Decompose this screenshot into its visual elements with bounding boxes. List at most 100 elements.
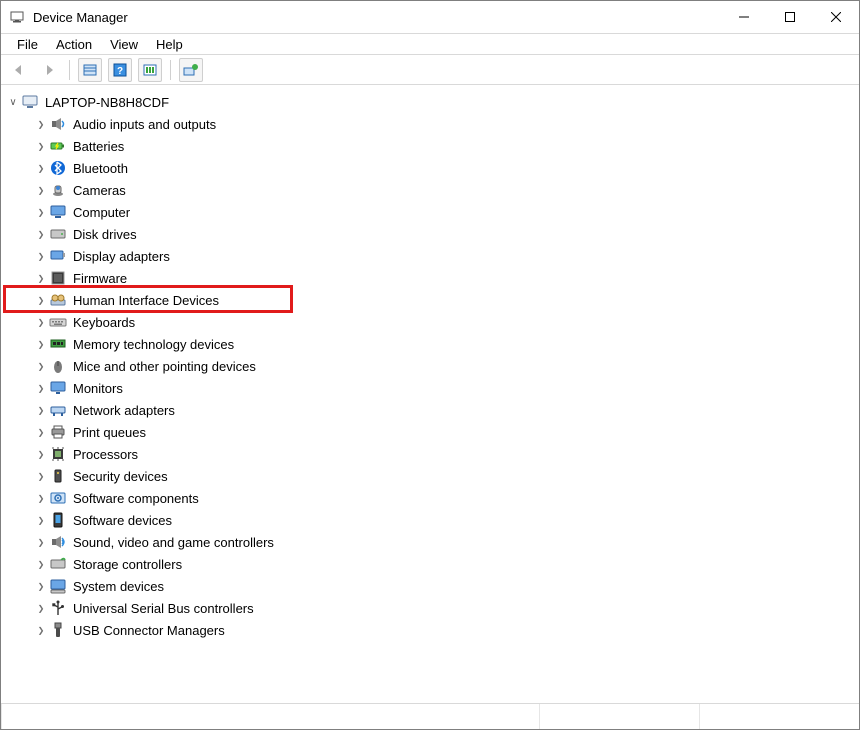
device-tree-container[interactable]: ∨ LAPTOP-NB8H8CDF ❯ Audio inputs and outp…: [1, 85, 859, 703]
tree-item-label: Storage controllers: [73, 557, 182, 572]
expand-caret-icon[interactable]: ❯: [35, 120, 47, 129]
tree-item-label: Audio inputs and outputs: [73, 117, 216, 132]
tree-item[interactable]: ❯ System devices: [7, 575, 857, 597]
storage-controller-icon: [49, 555, 67, 573]
tree-item[interactable]: ❯Computer: [7, 201, 857, 223]
tree-root[interactable]: ∨ LAPTOP-NB8H8CDF: [7, 91, 857, 113]
expand-caret-icon[interactable]: ❯: [35, 208, 47, 217]
properties-button[interactable]: [78, 58, 102, 82]
tree-root-label: LAPTOP-NB8H8CDF: [45, 95, 169, 110]
status-cell: [1, 704, 539, 729]
computer-icon: [49, 203, 67, 221]
tree-item-label: Disk drives: [73, 227, 137, 242]
expand-caret-icon[interactable]: ❯: [35, 186, 47, 195]
firmware-icon: [49, 269, 67, 287]
tree-item-label: Bluetooth: [73, 161, 128, 176]
expand-caret-icon[interactable]: ❯: [35, 516, 47, 525]
tree-item-label: Firmware: [73, 271, 127, 286]
expand-caret-icon[interactable]: ❯: [35, 626, 47, 635]
menu-file[interactable]: File: [9, 35, 46, 54]
tree-item[interactable]: ❯ Firmware: [7, 267, 857, 289]
expand-caret-icon[interactable]: ❯: [35, 296, 47, 305]
expand-caret-icon[interactable]: ❯: [35, 472, 47, 481]
expand-caret-icon[interactable]: ❯: [35, 604, 47, 613]
processor-icon: [49, 445, 67, 463]
tree-item[interactable]: ❯Mice and other pointing devices: [7, 355, 857, 377]
disk-icon: [49, 225, 67, 243]
expand-caret-icon[interactable]: ❯: [35, 450, 47, 459]
scan-hardware-button[interactable]: [138, 58, 162, 82]
tree-item[interactable]: ❯Memory technology devices: [7, 333, 857, 355]
back-button[interactable]: [7, 58, 31, 82]
collapse-caret-icon[interactable]: ∨: [7, 97, 19, 108]
tree-item[interactable]: ❯Display adapters: [7, 245, 857, 267]
close-button[interactable]: [813, 1, 859, 33]
expand-caret-icon[interactable]: ❯: [35, 494, 47, 503]
tree-item[interactable]: ❯Software devices: [7, 509, 857, 531]
toolbar: ?: [1, 55, 859, 85]
titlebar: Device Manager: [1, 1, 859, 33]
tree-item[interactable]: ❯Sound, video and game controllers: [7, 531, 857, 553]
tree-item[interactable]: ❯ Batteries: [7, 135, 857, 157]
tree-item[interactable]: ❯ Storage controllers: [7, 553, 857, 575]
maximize-button[interactable]: [767, 1, 813, 33]
tree-item[interactable]: ❯Security devices: [7, 465, 857, 487]
expand-caret-icon[interactable]: ❯: [35, 230, 47, 239]
expand-caret-icon[interactable]: ❯: [35, 274, 47, 283]
show-hidden-button[interactable]: [179, 58, 203, 82]
display-adapter-icon: [49, 247, 67, 265]
device-tree: ∨ LAPTOP-NB8H8CDF ❯ Audio inputs and outp…: [3, 91, 857, 641]
status-cell: [539, 704, 699, 729]
tree-item[interactable]: ❯Processors: [7, 443, 857, 465]
software-component-icon: [49, 489, 67, 507]
expand-caret-icon[interactable]: ❯: [35, 142, 47, 151]
expand-caret-icon[interactable]: ❯: [35, 582, 47, 591]
tree-item-label: Network adapters: [73, 403, 175, 418]
expand-caret-icon[interactable]: ❯: [35, 164, 47, 173]
printer-icon: [49, 423, 67, 441]
tree-item[interactable]: ❯ Human Interface Devices: [7, 289, 857, 311]
tree-item[interactable]: ❯ USB Connector Managers: [7, 619, 857, 641]
tree-item-label: System devices: [73, 579, 164, 594]
mouse-icon: [49, 357, 67, 375]
expand-caret-icon[interactable]: ❯: [35, 384, 47, 393]
menubar: File Action View Help: [1, 33, 859, 55]
usb-connector-icon: [49, 621, 67, 639]
tree-item[interactable]: ❯ Bluetooth: [7, 157, 857, 179]
minimize-button[interactable]: [721, 1, 767, 33]
menu-action[interactable]: Action: [48, 35, 100, 54]
tree-item[interactable]: ❯ Audio inputs and outputs: [7, 113, 857, 135]
expand-caret-icon[interactable]: ❯: [35, 560, 47, 569]
speaker-icon: [49, 115, 67, 133]
memory-icon: [49, 335, 67, 353]
window-title: Device Manager: [33, 10, 128, 25]
usb-controller-icon: [49, 599, 67, 617]
computer-icon: [21, 93, 39, 111]
expand-caret-icon[interactable]: ❯: [35, 538, 47, 547]
tree-item-label: USB Connector Managers: [73, 623, 225, 638]
expand-caret-icon[interactable]: ❯: [35, 340, 47, 349]
tree-item[interactable]: ❯ Network adapters: [7, 399, 857, 421]
tree-item[interactable]: ❯Print queues: [7, 421, 857, 443]
expand-caret-icon[interactable]: ❯: [35, 362, 47, 371]
expand-caret-icon[interactable]: ❯: [35, 428, 47, 437]
help-button[interactable]: ?: [108, 58, 132, 82]
tree-item[interactable]: ❯Cameras: [7, 179, 857, 201]
hid-icon: [49, 291, 67, 309]
tree-item[interactable]: ❯ Universal Serial Bus controllers: [7, 597, 857, 619]
tree-item-label: Universal Serial Bus controllers: [73, 601, 254, 616]
tree-item[interactable]: ❯Software components: [7, 487, 857, 509]
bluetooth-icon: [49, 159, 67, 177]
menu-help[interactable]: Help: [148, 35, 191, 54]
forward-button[interactable]: [37, 58, 61, 82]
expand-caret-icon[interactable]: ❯: [35, 406, 47, 415]
tree-item[interactable]: ❯Keyboards: [7, 311, 857, 333]
keyboard-icon: [49, 313, 67, 331]
tree-item-label: Human Interface Devices: [73, 293, 219, 308]
tree-item[interactable]: ❯Monitors: [7, 377, 857, 399]
expand-caret-icon[interactable]: ❯: [35, 318, 47, 327]
tree-item-label: Batteries: [73, 139, 124, 154]
menu-view[interactable]: View: [102, 35, 146, 54]
tree-item[interactable]: ❯ Disk drives: [7, 223, 857, 245]
expand-caret-icon[interactable]: ❯: [35, 252, 47, 261]
